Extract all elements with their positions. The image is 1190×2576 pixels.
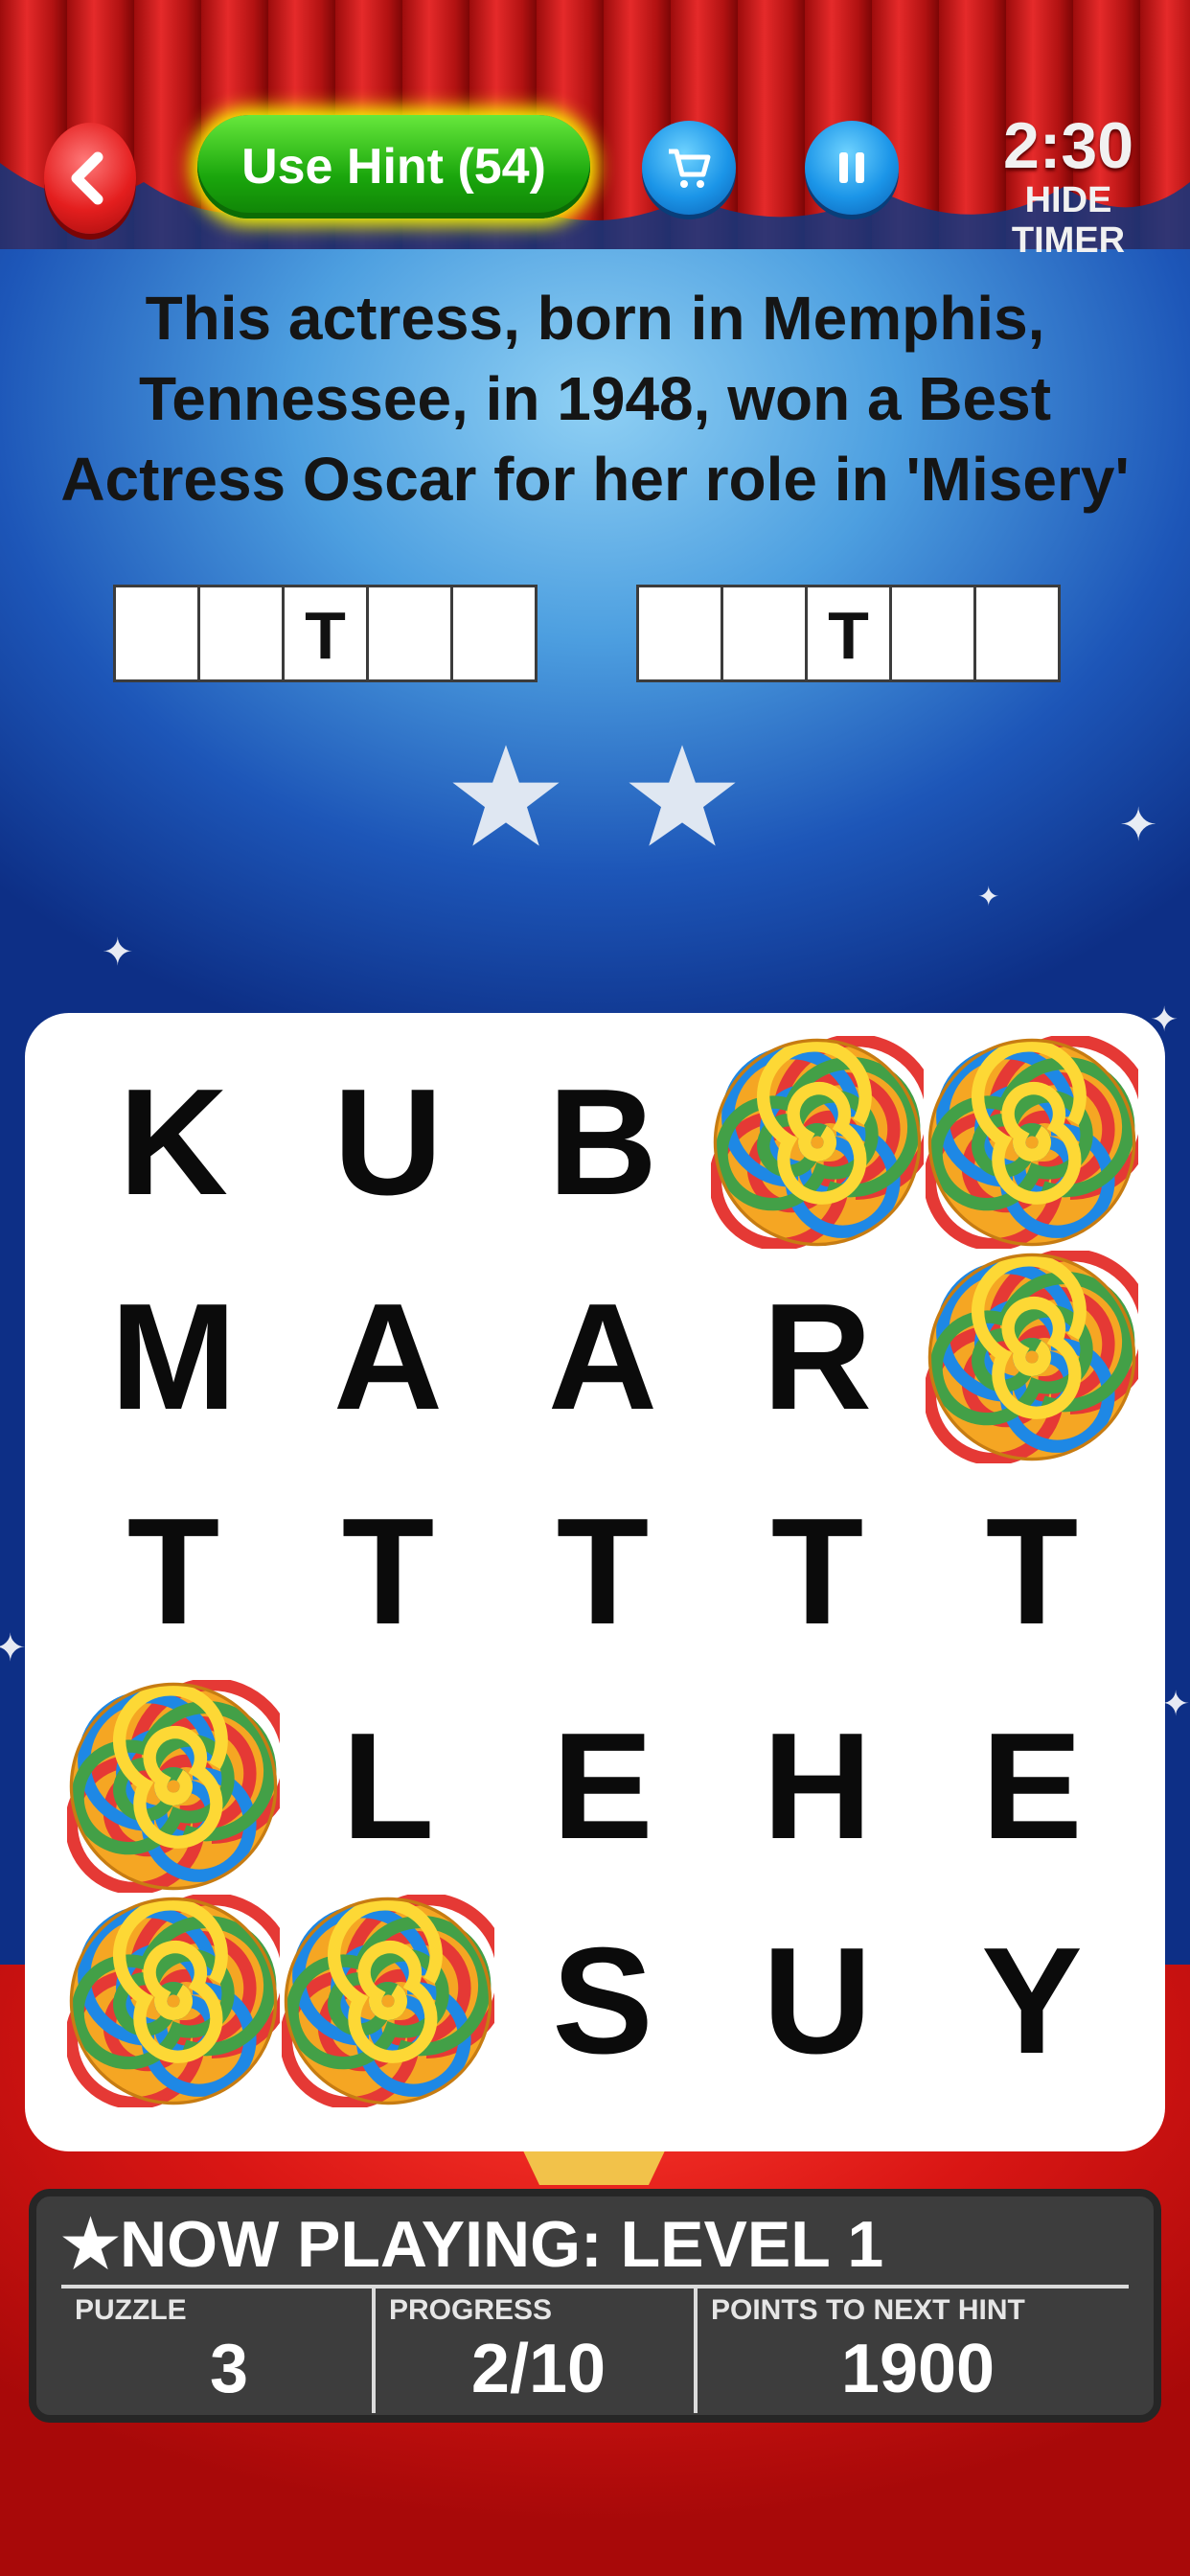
star-icon — [452, 745, 560, 846]
lollipop-icon — [926, 1251, 1138, 1463]
letter-tile[interactable]: K — [67, 1036, 280, 1249]
letter-tile[interactable]: T — [926, 1465, 1138, 1678]
level-text: NOW PLAYING: LEVEL 1 — [119, 2208, 884, 2281]
shop-button[interactable] — [642, 121, 736, 215]
clue-text: This actress, born in Memphis, Tennessee… — [60, 284, 1130, 514]
star-icon — [629, 745, 736, 846]
star-icon: ★ — [61, 2208, 120, 2281]
points-label: POINTS TO NEXT HINT — [711, 2294, 1025, 2326]
points-value: 1900 — [840, 2331, 995, 2407]
letter-board: KUBMAARTTTTTLEHESUY — [25, 1013, 1165, 2151]
candy-tile[interactable] — [67, 1895, 280, 2107]
answer-slot[interactable] — [636, 585, 723, 682]
sparkle-icon: ✦ — [1119, 800, 1158, 851]
letter-tile[interactable]: Y — [926, 1895, 1138, 2107]
timer-value: 2:30 — [1002, 109, 1134, 182]
letter-tile[interactable]: E — [926, 1680, 1138, 1893]
lollipop-icon — [926, 1036, 1138, 1249]
letter-tile[interactable]: B — [496, 1036, 709, 1249]
candy-tile[interactable] — [926, 1251, 1138, 1463]
use-hint-button[interactable]: Use Hint (54) — [197, 115, 590, 218]
pause-button[interactable] — [805, 121, 899, 215]
lollipop-icon — [67, 1680, 280, 1893]
candy-tile[interactable] — [67, 1680, 280, 1893]
letter-tile[interactable]: U — [282, 1036, 494, 1249]
letter-tile[interactable]: T — [711, 1465, 924, 1678]
answer-slot[interactable]: T — [282, 585, 369, 682]
letter-tile[interactable]: T — [282, 1465, 494, 1678]
letter-tile[interactable]: R — [711, 1251, 924, 1463]
sparkle-icon: ✦ — [1161, 1684, 1190, 1723]
hide-timer-toggle[interactable]: HIDE TIMER — [968, 180, 1169, 261]
answer-word-2: T — [636, 585, 1061, 682]
letter-tile[interactable]: A — [496, 1251, 709, 1463]
letter-tile[interactable]: T — [496, 1465, 709, 1678]
candy-tile[interactable] — [282, 1895, 494, 2107]
candy-tile[interactable] — [926, 1036, 1138, 1249]
progress-label: PROGRESS — [389, 2294, 553, 2326]
puzzle-label: PUZZLE — [75, 2294, 187, 2326]
answer-slot[interactable] — [889, 585, 976, 682]
answer-slot[interactable] — [113, 585, 200, 682]
sparkle-icon: ✦ — [977, 882, 1000, 911]
answer-word-1: T — [113, 585, 538, 682]
progress-stat: PROGRESS 2/10 — [372, 2288, 701, 2413]
answer-slot[interactable] — [366, 585, 453, 682]
answer-slot[interactable] — [721, 585, 808, 682]
sparkle-icon: ✦ — [0, 1627, 27, 1669]
letter-tile[interactable]: E — [496, 1680, 709, 1893]
timer[interactable]: 2:30 HIDE TIMER — [968, 111, 1169, 261]
answer-slot[interactable]: T — [805, 585, 892, 682]
chevron-left-icon — [71, 151, 103, 205]
puzzle-stat: PUZZLE 3 — [61, 2288, 397, 2413]
answer-slot[interactable] — [197, 585, 285, 682]
answer-slot[interactable] — [973, 585, 1061, 682]
letter-tile[interactable]: M — [67, 1251, 280, 1463]
puzzle-value: 3 — [209, 2331, 249, 2407]
now-playing-title: ★NOW PLAYING: LEVEL 1 — [61, 2206, 883, 2283]
back-button[interactable] — [44, 123, 136, 234]
letter-tile[interactable]: U — [711, 1895, 924, 2107]
lollipop-icon — [711, 1036, 924, 1249]
answer-slot[interactable] — [450, 585, 538, 682]
letter-tile[interactable]: L — [282, 1680, 494, 1893]
points-stat: POINTS TO NEXT HINT 1900 — [694, 2288, 1138, 2413]
letter-tile[interactable]: A — [282, 1251, 494, 1463]
letter-tile[interactable]: S — [496, 1895, 709, 2107]
cart-icon — [669, 149, 711, 188]
pause-icon — [839, 152, 864, 183]
sparkle-icon: ✦ — [102, 932, 134, 974]
word-stars — [450, 743, 738, 848]
progress-value: 2/10 — [470, 2331, 606, 2407]
status-panel: ★NOW PLAYING: LEVEL 1 PUZZLE 3 PROGRESS … — [29, 2189, 1161, 2423]
letter-tile[interactable]: T — [67, 1465, 280, 1678]
letter-tile[interactable]: H — [711, 1680, 924, 1893]
lollipop-icon — [67, 1895, 280, 2107]
lollipop-icon — [282, 1895, 494, 2107]
candy-tile[interactable] — [711, 1036, 924, 1249]
